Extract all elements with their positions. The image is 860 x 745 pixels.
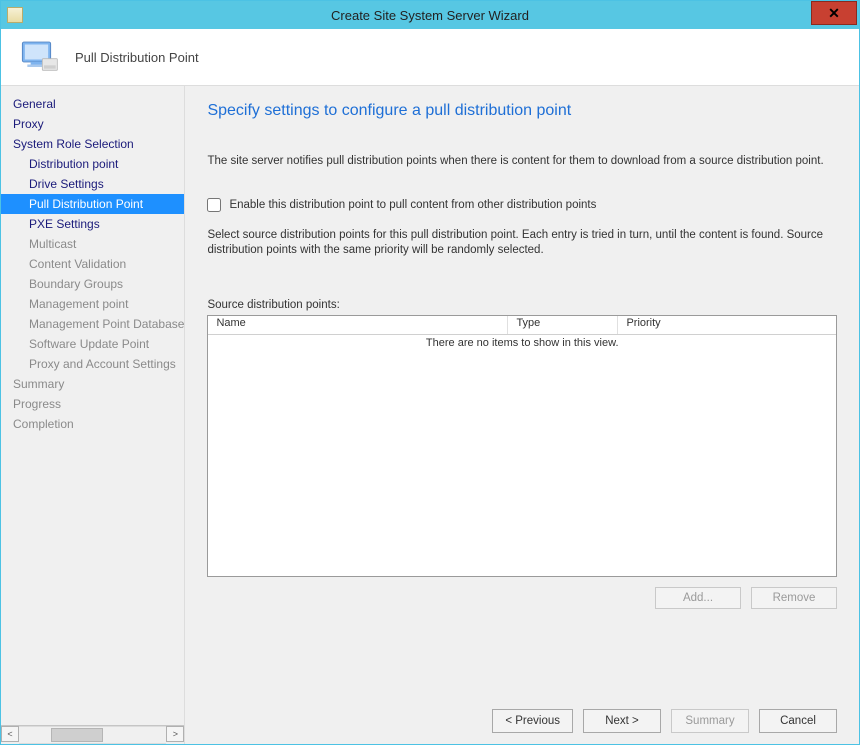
nav-item-software-update-point[interactable]: Software Update Point xyxy=(1,334,184,354)
enable-pull-checkbox-row[interactable]: Enable this distribution point to pull c… xyxy=(207,198,837,212)
description-1: The site server notifies pull distributi… xyxy=(207,154,837,170)
col-type[interactable]: Type xyxy=(508,316,618,334)
empty-message: There are no items to show in this view. xyxy=(426,337,619,349)
scroll-track[interactable] xyxy=(19,726,166,744)
nav-item-multicast[interactable]: Multicast xyxy=(1,234,184,254)
chevron-left-icon: < xyxy=(7,729,12,739)
add-button[interactable]: Add... xyxy=(655,587,741,609)
titlebar: Create Site System Server Wizard ✕ xyxy=(1,1,859,29)
scroll-thumb[interactable] xyxy=(51,728,103,742)
nav-item-proxy[interactable]: Proxy xyxy=(1,114,184,134)
col-priority[interactable]: Priority xyxy=(618,316,836,334)
nav-item-general[interactable]: General xyxy=(1,94,184,114)
enable-pull-checkbox[interactable] xyxy=(207,198,221,212)
nav-item-pxe-settings[interactable]: PXE Settings xyxy=(1,214,184,234)
nav-item-system-role-selection[interactable]: System Role Selection xyxy=(1,134,184,154)
next-button[interactable]: Next > xyxy=(583,709,661,733)
nav-item-content-validation[interactable]: Content Validation xyxy=(1,254,184,274)
wizard-window: Create Site System Server Wizard ✕ Pull … xyxy=(0,0,860,745)
close-button[interactable]: ✕ xyxy=(811,1,857,25)
col-name[interactable]: Name xyxy=(208,316,508,334)
scroll-right-button[interactable]: > xyxy=(166,726,184,742)
enable-pull-label: Enable this distribution point to pull c… xyxy=(229,199,596,211)
table-header: Name Type Priority xyxy=(208,316,836,335)
nav-item-pull-distribution-point[interactable]: Pull Distribution Point xyxy=(1,194,184,214)
remove-button[interactable]: Remove xyxy=(751,587,837,609)
nav-item-proxy-and-account-settings[interactable]: Proxy and Account Settings xyxy=(1,354,184,374)
close-icon: ✕ xyxy=(828,6,840,20)
cancel-button[interactable]: Cancel xyxy=(759,709,837,733)
nav-item-completion[interactable]: Completion xyxy=(1,414,184,434)
summary-button[interactable]: Summary xyxy=(671,709,749,733)
nav-list: GeneralProxySystem Role SelectionDistrib… xyxy=(1,86,184,725)
monitor-icon xyxy=(19,37,59,77)
source-dp-table: Name Type Priority There are no items to… xyxy=(207,315,837,577)
nav-item-summary[interactable]: Summary xyxy=(1,374,184,394)
app-icon xyxy=(7,7,23,23)
table-body: There are no items to show in this view. xyxy=(208,335,836,576)
nav-item-progress[interactable]: Progress xyxy=(1,394,184,414)
chevron-right-icon: > xyxy=(173,729,178,739)
nav-item-drive-settings[interactable]: Drive Settings xyxy=(1,174,184,194)
nav-item-management-point-database[interactable]: Management Point Database xyxy=(1,314,184,334)
table-buttons: Add... Remove xyxy=(207,587,837,609)
sidebar: GeneralProxySystem Role SelectionDistrib… xyxy=(1,86,185,744)
scroll-left-button[interactable]: < xyxy=(1,726,19,742)
description-2: Select source distribution points for th… xyxy=(207,228,837,259)
footer: < Previous Next > Summary Cancel xyxy=(185,698,859,744)
main-panel: Specify settings to configure a pull dis… xyxy=(185,86,859,744)
wizard-body: GeneralProxySystem Role SelectionDistrib… xyxy=(1,86,859,744)
page-title: Specify settings to configure a pull dis… xyxy=(207,102,837,120)
nav-item-management-point[interactable]: Management point xyxy=(1,294,184,314)
nav-item-boundary-groups[interactable]: Boundary Groups xyxy=(1,274,184,294)
header-subtitle: Pull Distribution Point xyxy=(75,50,199,65)
sidebar-scrollbar[interactable]: < > xyxy=(1,725,184,744)
table-label: Source distribution points: xyxy=(207,299,837,311)
nav-item-distribution-point[interactable]: Distribution point xyxy=(1,154,184,174)
header-band: Pull Distribution Point xyxy=(1,29,859,86)
window-title: Create Site System Server Wizard xyxy=(1,8,859,23)
previous-button[interactable]: < Previous xyxy=(492,709,573,733)
